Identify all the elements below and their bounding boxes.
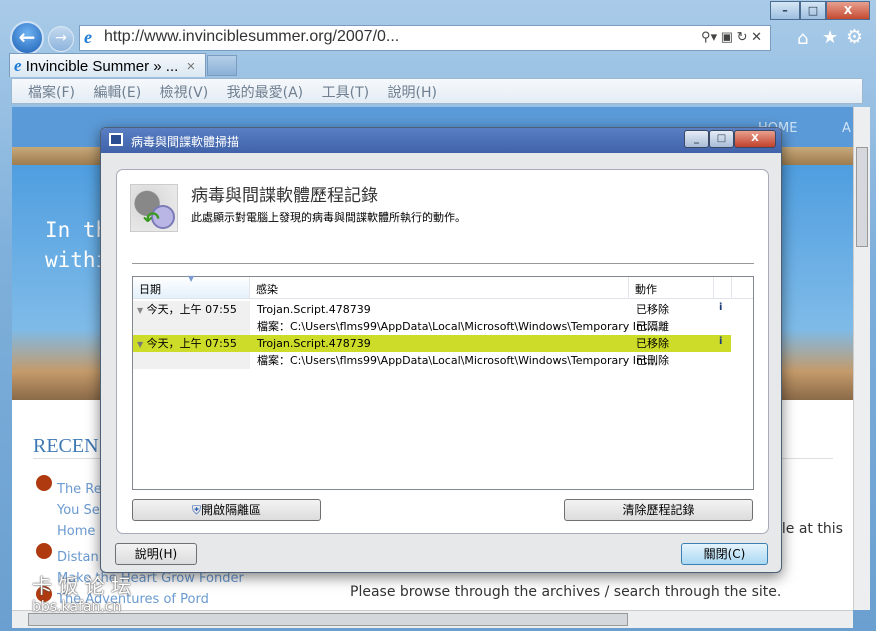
address-bar[interactable]: e http://www.invinciblesummer.org/2007/0…: [79, 25, 771, 51]
row-threat-name: Trojan.Script.478739: [257, 337, 371, 350]
back-icon[interactable]: ←: [10, 21, 44, 55]
uac-shield-icon: ⛨: [191, 503, 201, 517]
menu-view[interactable]: 檢視(V): [160, 85, 209, 101]
bullet-icon: [36, 543, 52, 559]
banner-text: In th withi: [45, 218, 109, 272]
new-tab-button[interactable]: [207, 55, 237, 76]
app-icon: [109, 133, 123, 146]
tools-gear-icon[interactable]: ⚙: [846, 26, 863, 48]
close-button[interactable]: X: [826, 1, 870, 20]
minimize-button[interactable]: –: [770, 1, 800, 20]
home-icon[interactable]: ⌂: [797, 28, 808, 49]
dialog-description: 此處顯示對電腦上發現的病毒與間諜軟體所執行的動作。: [191, 211, 466, 224]
column-header-filler: [732, 277, 753, 299]
dialog-heading: 病毒與間諜軟體歷程記錄: [191, 186, 378, 206]
tab-invincible-summer[interactable]: e Invincible Summer » ... ×: [9, 53, 206, 77]
menu-edit[interactable]: 編輯(E): [93, 85, 141, 101]
menu-favorites[interactable]: 我的最愛(A): [227, 85, 304, 101]
ie-logo-icon: e: [14, 56, 22, 75]
dialog-titlebar: 病毒與間諜軟體掃描 _ □ X: [101, 128, 781, 153]
forward-icon[interactable]: →: [48, 26, 74, 52]
address-text: http://www.invinciblesummer.org/2007/0..…: [104, 28, 400, 45]
row-action: 已移除: [636, 337, 669, 350]
search-icon[interactable]: ⚲▾ ▣ ↻ ✕: [701, 29, 762, 45]
open-quarantine-button[interactable]: ⛨開啟隔離區: [132, 499, 321, 521]
bug-clock-icon: ↶: [130, 184, 178, 232]
divider: [132, 263, 754, 264]
clear-history-button[interactable]: 清除歷程記錄: [564, 499, 753, 521]
column-header-infection[interactable]: 感染: [250, 277, 629, 299]
column-header-action[interactable]: 動作: [629, 277, 714, 299]
vertical-scrollbar[interactable]: [853, 107, 870, 610]
watermark: 卡 饭 论 坛 bbs.kafan.cn: [32, 574, 132, 615]
tab-title: Invincible Summer » ...: [25, 58, 179, 75]
horizontal-scrollbar[interactable]: [12, 610, 853, 628]
row-action: 已刪除: [636, 354, 669, 367]
history-row[interactable]: ▼ 今天，上午 07:55 Trojan.Script.478739 檔案：C:…: [133, 301, 733, 335]
menu-file[interactable]: 檔案(F): [28, 85, 75, 101]
bullet-icon: [36, 475, 52, 491]
history-row-selected[interactable]: ▼ 今天，上午 07:55 Trojan.Script.478739 檔案：C:…: [133, 335, 733, 369]
column-header-date[interactable]: 日期 ▼: [133, 274, 250, 299]
row-action: 已移除: [636, 303, 669, 316]
row-threat-name: Trojan.Script.478739: [257, 303, 371, 316]
scroll-thumb[interactable]: [856, 147, 868, 247]
row-date: 今天，上午 07:55: [146, 303, 237, 316]
row-file-path: 檔案：C:\Users\flms99\AppData\Local\Microso…: [257, 354, 658, 367]
history-panel: ↶ 病毒與間諜軟體歷程記錄 此處顯示對電腦上發現的病毒與間諜軟體所執行的動作。 …: [116, 169, 769, 534]
history-list[interactable]: 日期 ▼ 感染 動作 ▼ 今天，上午 07:55 Trojan.Script.47…: [132, 274, 754, 490]
menu-help[interactable]: 說明(H): [388, 85, 437, 101]
dialog-maximize-button[interactable]: □: [709, 130, 734, 148]
expand-arrow-icon[interactable]: ▼: [137, 340, 143, 349]
ie-logo-icon: e: [84, 27, 92, 47]
expand-arrow-icon[interactable]: ▼: [137, 306, 143, 315]
column-header-info: [714, 277, 732, 299]
browse-text: Please browse through the archives / sea…: [350, 584, 782, 600]
row-date: 今天，上午 07:55: [146, 337, 237, 350]
page-text: ble at this: [773, 521, 843, 537]
row-action: 已隔離: [636, 320, 669, 333]
dialog-close-button[interactable]: X: [734, 130, 776, 148]
help-button[interactable]: 說明(H): [115, 543, 197, 565]
info-icon[interactable]: i: [719, 299, 722, 316]
scan-dialog: 病毒與間諜軟體掃描 _ □ X ↶ 病毒與間諜軟體歷程記錄 此處顯示對電腦上發現…: [100, 127, 782, 573]
favorites-star-icon[interactable]: ★: [822, 27, 838, 48]
dialog-minimize-button[interactable]: _: [684, 130, 709, 148]
close-dialog-button[interactable]: 關閉(C): [681, 543, 768, 565]
menu-bar: 檔案(F) 編輯(E) 檢視(V) 我的最愛(A) 工具(T) 說明(H): [11, 78, 863, 104]
menu-tools[interactable]: 工具(T): [322, 85, 369, 101]
info-icon[interactable]: i: [719, 333, 722, 350]
nav-about[interactable]: A: [842, 121, 851, 136]
sort-arrow-icon: ▼: [188, 274, 195, 283]
row-file-path: 檔案：C:\Users\flms99\AppData\Local\Microso…: [257, 320, 658, 333]
tab-close-icon[interactable]: ×: [186, 58, 195, 75]
dialog-title: 病毒與間諜軟體掃描: [131, 135, 240, 149]
maximize-button[interactable]: □: [800, 1, 826, 20]
